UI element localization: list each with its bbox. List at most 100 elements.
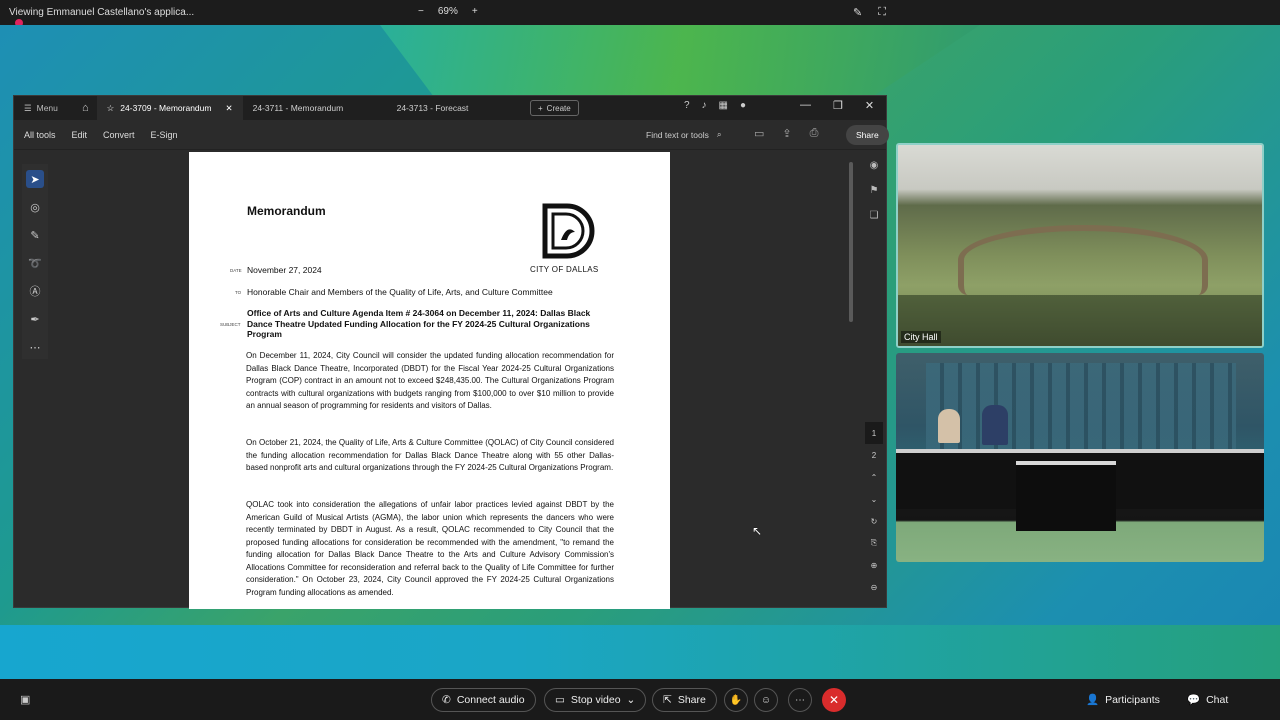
zoom-in-button[interactable]: +	[472, 6, 478, 17]
connect-audio-button[interactable]: ✆ Connect audio	[431, 688, 536, 712]
reactions-button[interactable]: ☺	[754, 688, 778, 712]
menu-button[interactable]: ☰ Menu	[14, 103, 74, 114]
page-number-2[interactable]: 2	[872, 444, 876, 466]
screen-share-label: Viewing Emmanuel Castellano's applica...	[9, 7, 195, 18]
tab-memorandum-3711[interactable]: 24-3711 - Memorandum	[243, 96, 387, 120]
page-navigator: 1 2 ⌃ ⌄ ↻ ⎘ ⊕ ⊖	[863, 422, 885, 598]
plus-icon: +	[538, 103, 543, 113]
share-label: Share	[677, 694, 706, 706]
zoom-out-button[interactable]: −	[418, 6, 424, 17]
menu-label: Menu	[36, 103, 58, 113]
connect-audio-label: Connect audio	[456, 694, 525, 706]
page-number-1[interactable]: 1	[865, 422, 883, 444]
more-tools-icon[interactable]: ⋯	[26, 338, 44, 356]
mouse-pointer-icon: ↖	[752, 524, 763, 538]
toolbar-esign[interactable]: E-Sign	[151, 130, 178, 140]
chat-button[interactable]: 💬 Chat	[1187, 693, 1229, 707]
raise-hand-button[interactable]: ✋	[724, 688, 748, 712]
upload-icon[interactable]: ⇪	[782, 127, 791, 140]
chat-icon: 💬	[1187, 694, 1201, 706]
close-tab-icon[interactable]: ✕	[225, 103, 232, 114]
fit-page-icon[interactable]: ⎘	[871, 532, 877, 554]
memo-recipient: Honorable Chair and Members of the Quali…	[247, 287, 553, 297]
bell-icon[interactable]: ♪	[702, 100, 707, 111]
apps-icon[interactable]: ▦	[719, 100, 728, 111]
chat-label: Chat	[1206, 693, 1229, 706]
help-icon[interactable]: ?	[684, 100, 690, 111]
share-icon: ⇱	[663, 694, 672, 706]
fullscreen-icon[interactable]: ⛶	[878, 6, 886, 19]
select-cursor-icon[interactable]: ➤	[26, 170, 44, 188]
restore-icon[interactable]: ❐	[833, 99, 843, 112]
tab-label: 24-3711 - Memorandum	[252, 103, 344, 113]
pages-icon[interactable]: ❏	[870, 210, 879, 221]
captions-icon[interactable]: ▣	[20, 693, 30, 706]
video-tile-city-hall[interactable]: City Hall	[896, 143, 1264, 348]
wallpaper-shape	[0, 625, 1280, 679]
pdf-page: Memorandum CITY OF DALLAS DATE November …	[189, 152, 670, 609]
leave-meeting-button[interactable]: ✕	[822, 688, 846, 712]
meeting-top-bar: Viewing Emmanuel Castellano's applica...…	[0, 0, 1280, 27]
city-name: CITY OF DALLAS	[530, 265, 599, 274]
memo-date: November 27, 2024	[247, 265, 322, 275]
stop-video-button[interactable]: ▭ Stop video ⌄	[544, 688, 647, 712]
create-button[interactable]: + Create	[530, 100, 579, 116]
memo-subject: Office of Arts and Culture Agenda Item #…	[247, 308, 591, 339]
acrobat-window: ☰ Menu ⌂ ☆ 24-3709 - Memorandum ✕ 24-371…	[13, 95, 889, 609]
council-dais-shape	[958, 225, 1208, 295]
chevron-down-icon[interactable]: ⌄	[627, 694, 636, 706]
star-icon[interactable]: ☆	[107, 103, 115, 114]
zoom-controls: − 69% +	[418, 6, 478, 17]
to-label: TO	[235, 290, 242, 295]
participants-icon: 👤	[1086, 694, 1100, 706]
toolbar-all-tools[interactable]: All tools	[24, 130, 56, 140]
window-controls: — ❐ ✕	[800, 99, 874, 112]
save-icon[interactable]: ▭	[754, 127, 764, 140]
search-icon: ⌕	[716, 129, 722, 139]
vertical-scrollbar[interactable]	[847, 152, 855, 609]
comment-icon[interactable]: ◎	[26, 198, 44, 216]
tab-label: 24-3709 - Memorandum	[120, 103, 212, 113]
highlight-icon[interactable]: ✎	[26, 226, 44, 244]
tab-forecast-3713[interactable]: 24-3713 - Forecast	[387, 96, 479, 120]
memo-paragraph-3: QOLAC took into consideration the allega…	[246, 500, 614, 597]
lasso-icon[interactable]: ➰	[26, 254, 44, 272]
memo-title: Memorandum	[247, 204, 326, 218]
share-button[interactable]: Share	[846, 125, 889, 145]
annotate-icon[interactable]: ✎	[853, 6, 862, 19]
signature-icon[interactable]: ✒	[26, 310, 44, 328]
page-up-icon[interactable]: ⌃	[871, 466, 878, 488]
participants-label: Participants	[1105, 693, 1160, 706]
page-down-icon[interactable]: ⌄	[871, 488, 878, 510]
find-tools[interactable]: Find text or tools ⌕	[646, 129, 722, 140]
video-tile-chamber[interactable]	[896, 353, 1264, 562]
close-window-icon[interactable]: ✕	[865, 99, 874, 112]
home-icon[interactable]: ⌂	[74, 102, 97, 114]
toolbar-edit[interactable]: Edit	[72, 130, 88, 140]
profile-icon[interactable]: ●	[740, 100, 746, 111]
zoom-level: 69%	[437, 6, 458, 17]
camera-icon: ▭	[555, 694, 565, 706]
zoom-in-icon[interactable]: ⊕	[871, 554, 878, 576]
zoom-out-icon[interactable]: ⊖	[871, 576, 878, 598]
video-tile-label: City Hall	[901, 331, 941, 343]
minimize-icon[interactable]: —	[800, 99, 811, 112]
participants-button[interactable]: 👤 Participants	[1086, 693, 1160, 707]
share-screen-button[interactable]: ⇱ Share	[652, 688, 717, 712]
text-select-icon[interactable]: Ⓐ	[26, 282, 44, 300]
more-options-button[interactable]: ⋯	[788, 688, 812, 712]
toolbar-convert[interactable]: Convert	[103, 130, 135, 140]
print-icon[interactable]: ⎙	[810, 127, 819, 140]
scrollbar-thumb[interactable]	[849, 162, 853, 322]
bookmark-icon[interactable]: ⚑	[870, 185, 879, 196]
rotate-icon[interactable]: ↻	[871, 510, 878, 532]
comments-panel-icon[interactable]: ◉	[870, 160, 879, 171]
tab-memorandum-3709[interactable]: ☆ 24-3709 - Memorandum ✕	[96, 96, 243, 120]
phone-icon: ✆	[442, 694, 451, 706]
tab-bar: ☰ Menu ⌂ ☆ 24-3709 - Memorandum ✕ 24-371…	[14, 96, 886, 120]
memo-paragraph-2: On October 21, 2024, the Quality of Life…	[246, 438, 614, 472]
wallpaper-shape	[380, 25, 980, 105]
tool-rail: ➤ ◎ ✎ ➰ Ⓐ ✒ ⋯	[22, 164, 48, 359]
toolbar-icons: ▭ ⇪ ⎙	[754, 127, 818, 140]
date-label: DATE	[230, 268, 242, 273]
